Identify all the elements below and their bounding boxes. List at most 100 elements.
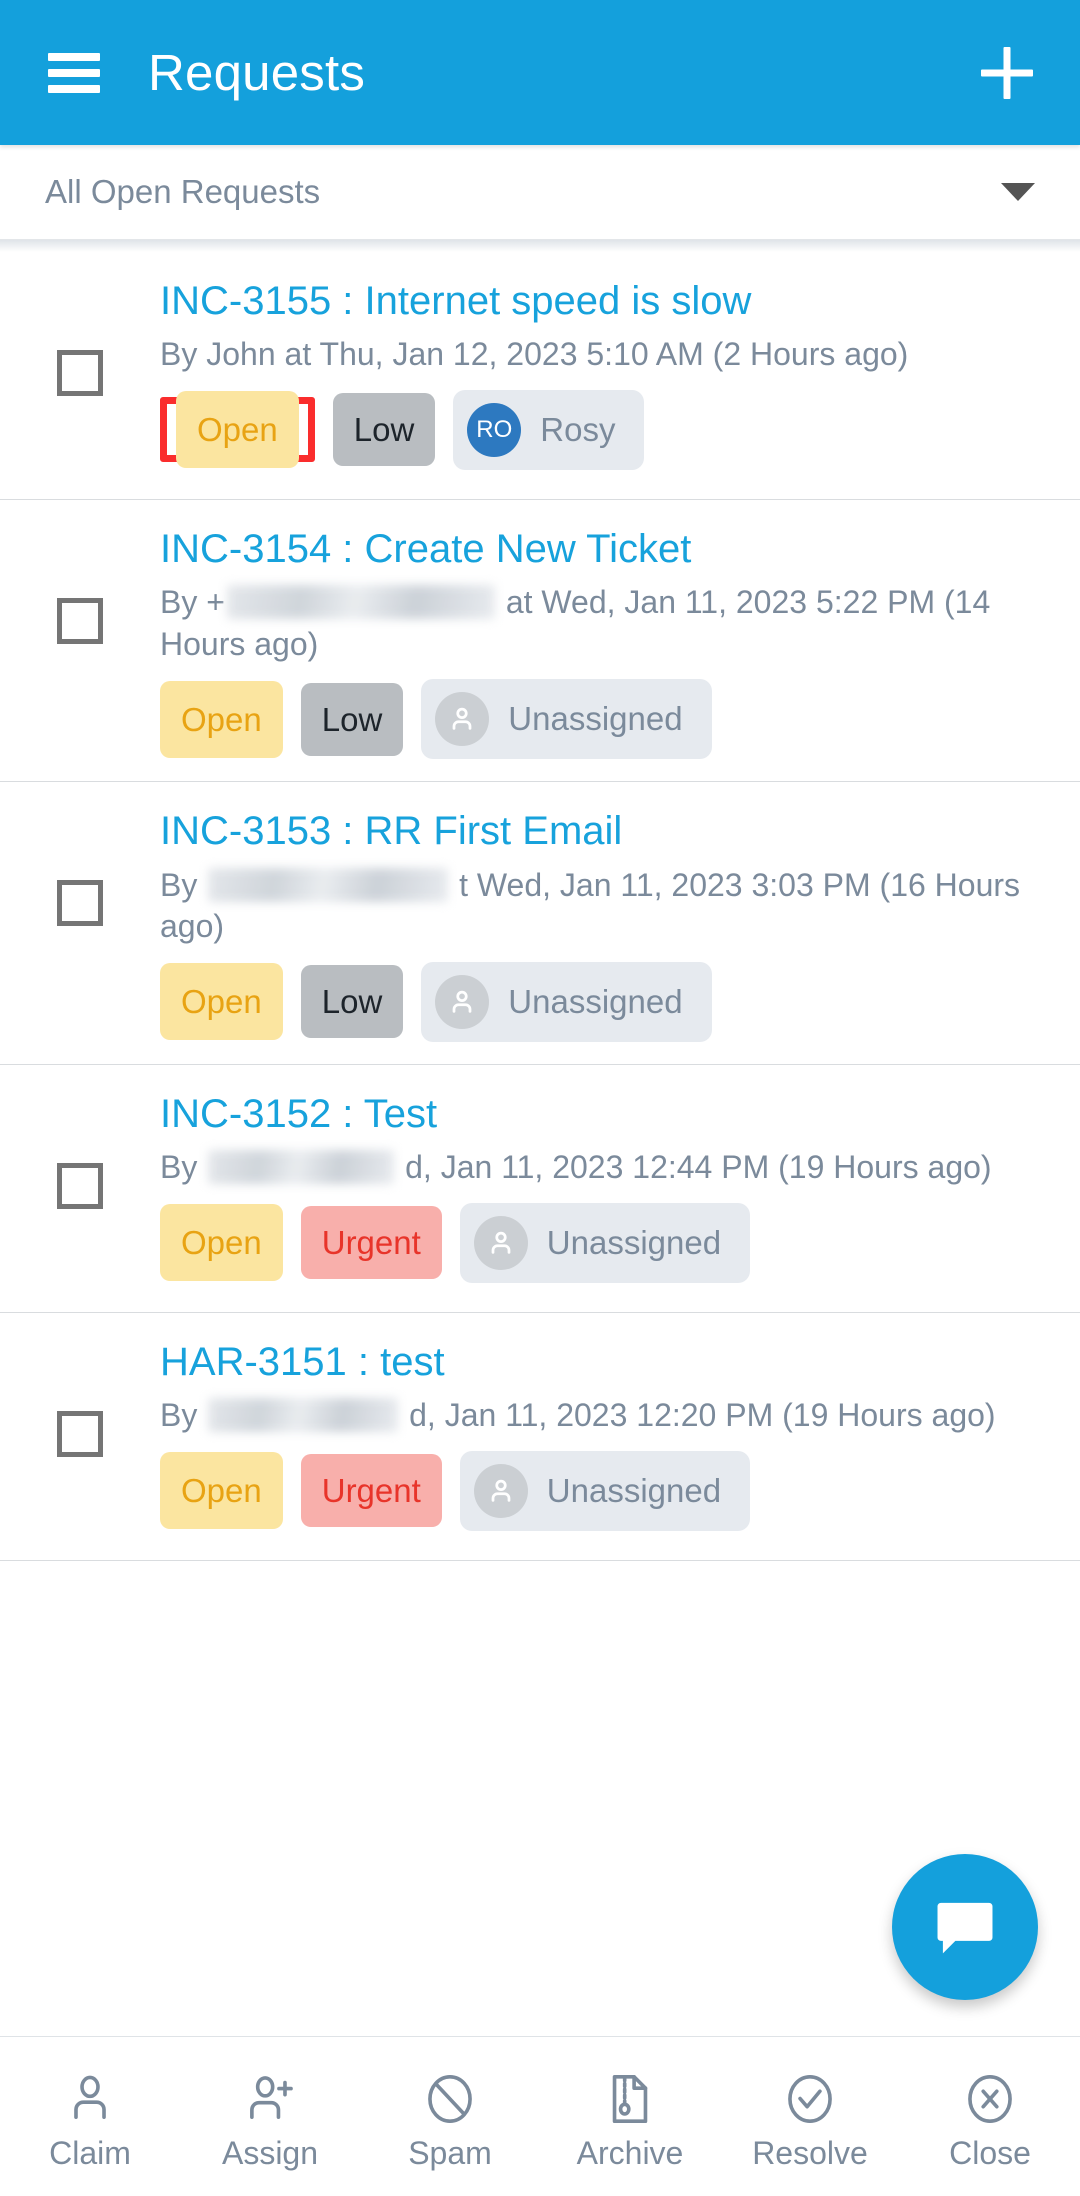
hamburger-bar [48, 68, 100, 77]
assignee-chip[interactable]: RO Rosy [453, 389, 645, 470]
request-row[interactable]: INC-3155 : Internet speed is slow By John… [0, 252, 1080, 500]
assignee-name: Unassigned [546, 1471, 722, 1509]
action-close[interactable]: Close [900, 2064, 1080, 2169]
person-placeholder-icon [435, 692, 490, 747]
action-label: Resolve [752, 2135, 868, 2171]
request-meta-prefix: By + [160, 584, 225, 621]
redacted-author-name [208, 867, 449, 902]
page-title: Requests [148, 44, 366, 101]
request-row[interactable]: INC-3154 : Create New Ticket By + at Wed,… [0, 500, 1080, 783]
request-select-cell [0, 278, 160, 396]
request-title-link[interactable]: INC-3154 : Create New Ticket [160, 526, 1044, 573]
priority-badge[interactable]: Urgent [300, 1206, 442, 1280]
hamburger-menu-icon[interactable] [48, 52, 100, 93]
request-title-link[interactable]: INC-3155 : Internet speed is slow [160, 278, 1044, 325]
status-tag-highlight-box: Open [160, 391, 315, 469]
avatar: RO [467, 402, 522, 457]
action-label: Close [949, 2135, 1031, 2171]
status-tag-wrap: Open [160, 680, 283, 758]
request-select-cell [0, 808, 160, 927]
action-label: Archive [576, 2135, 684, 2171]
check-circle-icon [788, 2074, 832, 2124]
action-assign[interactable]: Assign [180, 2064, 360, 2169]
list-top-shadow [0, 240, 1080, 252]
filter-selected-label: All Open Requests [45, 173, 321, 210]
assignee-name: Unassigned [508, 700, 683, 738]
status-badge[interactable]: Open [160, 680, 283, 758]
requests-rows: INC-3155 : Internet speed is slow By John… [0, 252, 1080, 1561]
request-row[interactable]: INC-3153 : RR First Email By t Wed, Jan 1… [0, 782, 1080, 1065]
request-meta: By d, Jan 11, 2023 12:20 PM (19 Hours ag… [160, 1395, 1044, 1437]
request-meta: By d, Jan 11, 2023 12:44 PM (19 Hours ag… [160, 1147, 1044, 1189]
assignee-chip[interactable]: Unassigned [459, 1450, 751, 1531]
action-label: Spam [408, 2135, 492, 2171]
assignee-name: Unassigned [546, 1223, 722, 1261]
priority-badge[interactable]: Low [300, 682, 404, 756]
request-meta-suffix: d, Jan 11, 2023 12:44 PM (19 Hours ago) [405, 1148, 992, 1185]
person-placeholder-icon [473, 1215, 528, 1270]
action-spam[interactable]: Spam [360, 2064, 540, 2169]
request-tags: Open Low Unassigned [160, 679, 1044, 760]
ban-icon [428, 2074, 472, 2124]
person-add-icon [250, 2076, 293, 2119]
request-body: INC-3152 : Test By d, Jan 11, 2023 12:44 … [160, 1091, 1050, 1283]
request-tags: Open Urgent Unassigned [160, 1202, 1044, 1283]
chat-bubble-icon [937, 1902, 993, 1954]
assignee-name: Rosy [540, 410, 616, 448]
request-checkbox[interactable] [57, 598, 103, 644]
bottom-action-bar: Claim Assign Spam Archive Resolve Close [0, 2036, 1080, 2196]
request-body: INC-3155 : Internet speed is slow By John… [160, 278, 1050, 470]
hamburger-bar [48, 84, 100, 93]
request-select-cell [0, 1091, 160, 1209]
request-body: HAR-3151 : test By d, Jan 11, 2023 12:20 … [160, 1339, 1050, 1531]
request-checkbox[interactable] [57, 1410, 103, 1457]
request-row[interactable]: INC-3152 : Test By d, Jan 11, 2023 12:44 … [0, 1064, 1080, 1313]
status-badge[interactable]: Open [176, 391, 299, 469]
x-circle-icon [968, 2074, 1012, 2124]
request-checkbox[interactable] [57, 880, 103, 927]
requests-list[interactable]: INC-3155 : Internet speed is slow By John… [0, 240, 1080, 2036]
status-tag-wrap: Open [160, 1452, 283, 1530]
hamburger-bar [48, 52, 100, 61]
person-placeholder-icon [473, 1463, 528, 1518]
person-placeholder-icon [435, 974, 490, 1029]
status-badge[interactable]: Open [160, 1452, 283, 1530]
person-icon [74, 2075, 106, 2119]
request-select-cell [0, 526, 160, 644]
assignee-chip[interactable]: Unassigned [421, 679, 712, 760]
request-row[interactable]: HAR-3151 : test By d, Jan 11, 2023 12:20 … [0, 1312, 1080, 1561]
request-meta: By + at Wed, Jan 11, 2023 5:22 PM (14 Ho… [160, 582, 1044, 665]
request-select-cell [0, 1339, 160, 1457]
request-body: INC-3154 : Create New Ticket By + at Wed,… [160, 526, 1050, 760]
priority-badge[interactable]: Low [300, 965, 404, 1039]
action-claim[interactable]: Claim [0, 2064, 180, 2169]
assignee-chip[interactable]: Unassigned [459, 1202, 751, 1283]
request-title-link[interactable]: HAR-3151 : test [160, 1339, 1044, 1386]
priority-badge[interactable]: Urgent [300, 1454, 442, 1528]
status-badge[interactable]: Open [160, 1204, 283, 1282]
action-label: Claim [49, 2135, 131, 2171]
request-title-link[interactable]: INC-3152 : Test [160, 1091, 1044, 1138]
requests-screen: Requests All Open Requests INC-3155 : In… [0, 0, 1080, 2196]
request-meta-prefix: By [160, 866, 207, 903]
request-meta-prefix: By [160, 1396, 207, 1433]
status-tag-wrap: Open [160, 963, 283, 1041]
filter-dropdown[interactable]: All Open Requests [0, 145, 1080, 240]
request-checkbox[interactable] [57, 1162, 103, 1209]
chevron-down-icon[interactable] [1001, 183, 1035, 201]
priority-badge[interactable]: Low [332, 393, 436, 467]
status-tag-wrap: Open [160, 1204, 283, 1282]
assignee-chip[interactable]: Unassigned [421, 961, 712, 1042]
request-checkbox[interactable] [57, 350, 103, 396]
action-resolve[interactable]: Resolve [720, 2064, 900, 2169]
plus-icon[interactable] [972, 38, 1042, 108]
request-meta-prefix: By [160, 1148, 207, 1185]
action-archive[interactable]: Archive [540, 2064, 720, 2169]
redacted-author-name [208, 1397, 399, 1432]
chat-fab-button[interactable] [892, 1854, 1038, 2000]
request-title-link[interactable]: INC-3153 : RR First Email [160, 808, 1044, 855]
status-badge[interactable]: Open [160, 963, 283, 1041]
request-meta-suffix: d, Jan 11, 2023 12:20 PM (19 Hours ago) [409, 1396, 996, 1433]
request-tags: Open Low RO Rosy [160, 389, 1044, 470]
redacted-author-name [226, 585, 495, 620]
